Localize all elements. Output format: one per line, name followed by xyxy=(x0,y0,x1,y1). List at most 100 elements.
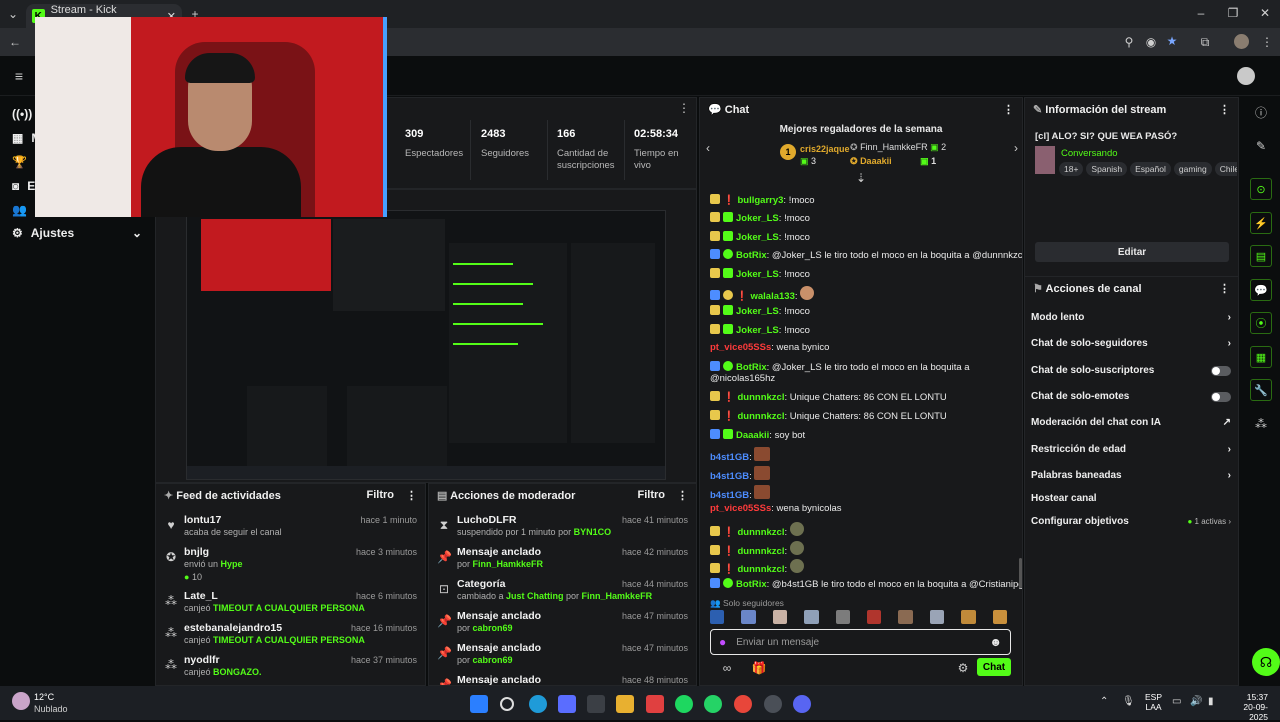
redeem-icon: ⁂ xyxy=(165,658,177,672)
mic-icon[interactable]: ● xyxy=(719,635,726,649)
emote-icon[interactable] xyxy=(867,610,882,624)
more-icon[interactable]: ⋮ xyxy=(1260,35,1274,49)
emote-icon[interactable] xyxy=(961,610,976,624)
clock[interactable]: 15:37 20-09-2025 xyxy=(1226,692,1268,722)
user-avatar[interactable] xyxy=(1237,67,1255,85)
info-more-icon[interactable]: ⋮ xyxy=(1219,103,1230,116)
collapse-icon[interactable]: ⇣ xyxy=(855,171,867,185)
grid-icon: ▦ xyxy=(12,131,24,145)
mic-icon[interactable]: 🎙 xyxy=(1122,696,1135,707)
star-icon[interactable]: ★ xyxy=(1165,34,1179,48)
support-icon[interactable]: ☊ xyxy=(1252,648,1280,676)
settings-icon[interactable]: ⚙ xyxy=(956,661,970,675)
chat-input[interactable]: ● Enviar un mensaje ☻ xyxy=(710,629,1011,655)
chevron-right-icon[interactable]: › xyxy=(1010,141,1022,155)
emote-icon[interactable] xyxy=(992,610,1008,624)
nodes-icon[interactable]: ⁂ xyxy=(1254,417,1268,431)
mod-more-icon[interactable]: ⋮ xyxy=(677,489,688,502)
edit-button[interactable]: Editar xyxy=(1035,242,1229,262)
eye-off-icon[interactable]: ◉ xyxy=(1144,35,1158,49)
window-close-icon[interactable]: ✕ xyxy=(1258,6,1272,20)
stats-more-icon[interactable]: ⋮ xyxy=(678,101,690,115)
extensions-icon[interactable]: ⧉ xyxy=(1198,35,1212,49)
list-item: ♥ lontu17 acaba de seguir el canal hace … xyxy=(156,514,425,546)
language-indicator[interactable]: ESP LAA xyxy=(1145,692,1162,712)
app-icon[interactable] xyxy=(587,695,605,713)
action-solo-seguidores[interactable]: Chat de solo-seguidores › xyxy=(1031,338,1231,349)
activity-feed-title: Feed de actividades xyxy=(176,489,281,502)
emote-icon[interactable] xyxy=(835,610,851,624)
gifter-name: ✪ Finn_HamkkeFR ▣ 2 xyxy=(850,142,947,152)
chat-message: ❗ dunnnkzcl: xyxy=(710,559,807,575)
send-chat-button[interactable]: Chat xyxy=(977,658,1011,676)
chat-scrollbar[interactable] xyxy=(1019,558,1022,588)
battery-icon[interactable]: ▮ xyxy=(1208,696,1214,707)
subs-only-toggle[interactable] xyxy=(1211,365,1231,376)
broadcast-icon[interactable]: ⦿ xyxy=(1250,312,1272,334)
emote-icon[interactable] xyxy=(804,610,819,624)
media-icon[interactable] xyxy=(646,695,664,713)
store-icon[interactable] xyxy=(558,695,576,713)
chevron-up-icon[interactable]: ⌃ xyxy=(1100,696,1108,707)
folder-icon[interactable] xyxy=(616,695,634,713)
action-age-restriction[interactable]: Restricción de edad › xyxy=(1031,444,1231,455)
emote-icon[interactable] xyxy=(898,610,913,624)
chevron-right-icon: › xyxy=(1227,338,1231,349)
discord-icon[interactable] xyxy=(793,695,811,713)
chevron-left-icon[interactable]: ‹ xyxy=(702,141,714,155)
emotes-only-toggle[interactable] xyxy=(1211,391,1231,402)
gift-icon[interactable]: 🎁 xyxy=(752,661,767,675)
volume-icon[interactable]: 🔊 xyxy=(1190,696,1202,707)
action-host-channel[interactable]: Hostear canal xyxy=(1031,493,1231,504)
wall xyxy=(35,17,131,217)
emote-icon[interactable] xyxy=(741,610,756,624)
actions-more-icon[interactable]: ⋮ xyxy=(1219,282,1230,295)
whatsapp-icon[interactable] xyxy=(704,695,722,713)
minimize-icon[interactable]: – xyxy=(1194,6,1208,20)
maximize-icon[interactable]: ❐ xyxy=(1226,6,1240,20)
wrench-icon[interactable]: 🔧 xyxy=(1250,379,1272,401)
emote-icon[interactable] xyxy=(710,610,725,624)
chat-more-icon[interactable]: ⋮ xyxy=(1003,103,1014,116)
chat-bubble-icon[interactable]: 💬 xyxy=(1250,279,1272,301)
list-item: ✪ bnjlg envió un Hype ● 10 hace 3 minuto… xyxy=(165,546,417,582)
tab-list-icon[interactable]: ⌄ xyxy=(6,7,20,21)
pencil-icon[interactable]: ✎ xyxy=(1254,139,1268,153)
emote-icon[interactable] xyxy=(772,610,788,624)
spotify-icon[interactable] xyxy=(675,695,693,713)
focus-icon[interactable]: ⊙ xyxy=(1250,178,1272,200)
obs-icon[interactable] xyxy=(764,695,782,713)
action-solo-suscriptores[interactable]: Chat de solo-suscriptores xyxy=(1031,365,1231,376)
action-solo-emotes[interactable]: Chat de solo-emotes xyxy=(1031,391,1231,402)
display-icon[interactable]: ▭ xyxy=(1172,696,1181,707)
bolt-icon[interactable]: ⚡ xyxy=(1250,212,1272,234)
search-icon[interactable] xyxy=(500,697,514,711)
action-modo-lento[interactable]: Modo lento › xyxy=(1031,312,1231,323)
chrome-icon[interactable] xyxy=(734,695,752,713)
grid-icon[interactable]: ▦ xyxy=(1250,346,1272,368)
chat-header: 💬 Chat ⋮ xyxy=(700,98,1022,120)
profile-avatar[interactable] xyxy=(1234,34,1249,49)
zoom-icon[interactable]: ⚲ xyxy=(1122,35,1136,49)
mod-filter-button[interactable]: Filtro xyxy=(638,489,666,502)
activity-more-icon[interactable]: ⋮ xyxy=(406,489,417,502)
category-name[interactable]: Conversando xyxy=(1061,148,1118,159)
category-icon: ⊡ xyxy=(438,582,450,596)
doc-icon[interactable]: ▤ xyxy=(1250,245,1272,267)
webcam-border xyxy=(383,17,387,217)
action-banned-words[interactable]: Palabras baneadas › xyxy=(1031,470,1231,481)
emote-icon[interactable] xyxy=(929,610,945,624)
action-goals[interactable]: Configurar objetivos ● 1 activas › xyxy=(1031,516,1231,527)
windows-start-icon[interactable] xyxy=(470,695,488,713)
emoji-icon[interactable]: ☻ xyxy=(989,635,1002,649)
activity-filter-button[interactable]: Filtro xyxy=(367,489,395,502)
back-icon[interactable]: ← xyxy=(8,35,22,49)
action-ia-moderation[interactable]: Moderación del chat con IA ↗ xyxy=(1031,417,1231,428)
sidebar-item-e[interactable]: ◙ E xyxy=(0,174,35,198)
sidebar-item-ajustes[interactable]: ⚙ Ajustes ⌄ xyxy=(0,221,150,245)
edge-icon[interactable] xyxy=(529,695,547,713)
menu-icon[interactable]: ≡ xyxy=(12,68,26,84)
stream-preview[interactable] xyxy=(186,210,666,480)
info-icon[interactable]: ⓘ xyxy=(1254,105,1268,120)
infinity-icon[interactable]: ∞ xyxy=(714,661,740,675)
